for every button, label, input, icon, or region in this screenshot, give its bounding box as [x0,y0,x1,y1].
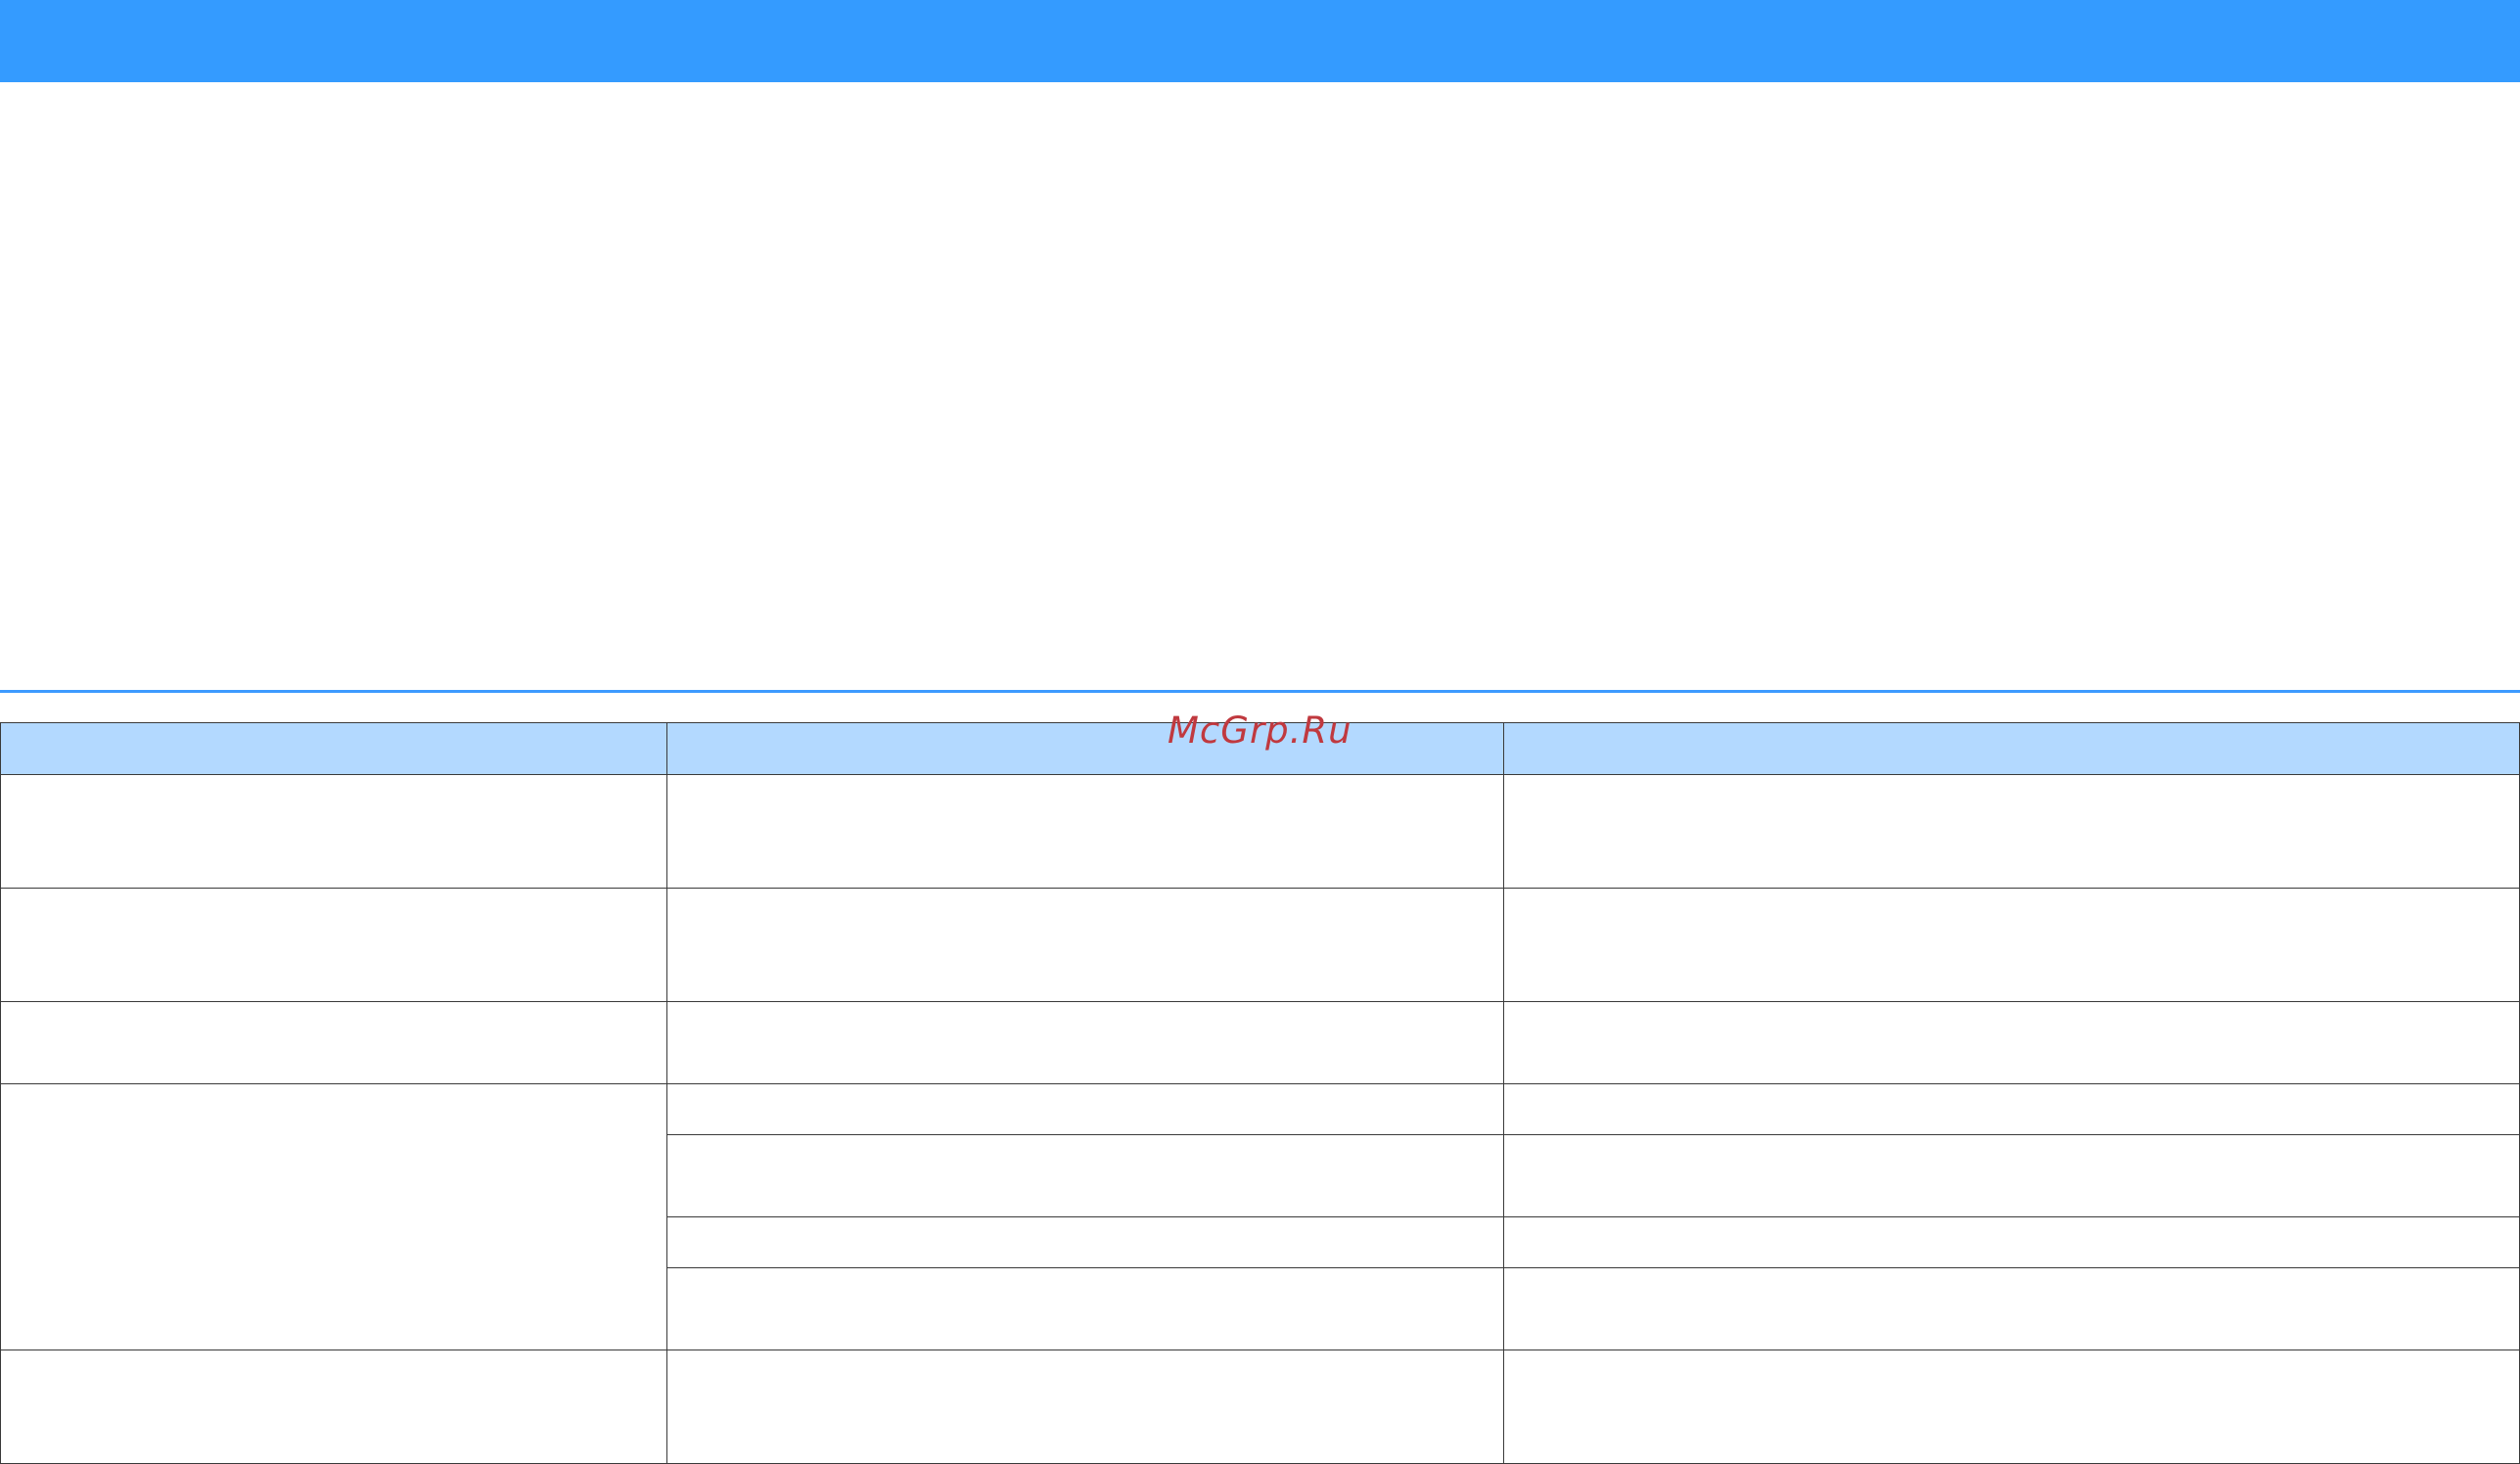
table-cell-merged [0,1083,667,1350]
table-cell [1503,1216,2520,1268]
table-cell [666,1083,1504,1135]
table-cell [666,1001,1504,1084]
table-cell [1503,888,2520,1002]
table-cell [666,1134,1504,1217]
spec-table [0,722,2520,1464]
section-divider [0,690,2520,693]
table-cell [666,888,1504,1002]
table-cell [0,1001,667,1084]
table-cell [1503,1267,2520,1350]
table-cell [1503,1083,2520,1135]
watermark-text: McGrp.Ru [1168,709,1352,752]
table-header-cell [1503,722,2520,775]
table-header-cell [0,722,667,775]
table-cell [666,774,1504,889]
table-cell [666,1267,1504,1350]
table-cell [666,1216,1504,1268]
table-cell [0,888,667,1002]
table-header-cell [666,722,1504,775]
table-cell [1503,1001,2520,1084]
table-cell [666,1350,1504,1464]
table-cell [0,774,667,889]
top-header-bar [0,0,2520,82]
table-cell [0,1350,667,1464]
table-cell [1503,1350,2520,1464]
table-cell [1503,774,2520,889]
table-cell [1503,1134,2520,1217]
